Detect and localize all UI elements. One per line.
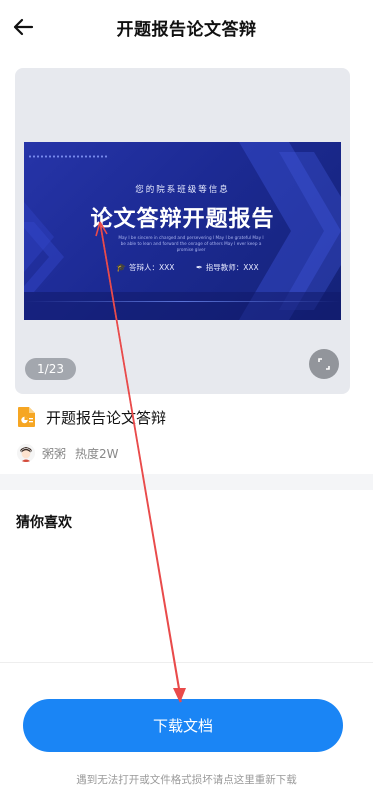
- slide-thumbnail[interactable]: 您的院系班级等信息 论文答辩开题报告 May I be sincere in c…: [24, 142, 341, 320]
- redownload-hint[interactable]: 遇到无法打开或文件格式损坏请点这里重新下载: [0, 772, 373, 787]
- expand-icon: [318, 358, 330, 370]
- ppt-file-icon: [18, 407, 35, 427]
- author-name[interactable]: 粥粥: [42, 445, 66, 462]
- slide-english-text: May I be sincere in charged and persever…: [118, 235, 264, 252]
- fullscreen-button[interactable]: [309, 349, 339, 379]
- document-preview[interactable]: 您的院系班级等信息 论文答辩开题报告 May I be sincere in c…: [15, 68, 350, 394]
- author-avatar-icon: [17, 444, 35, 462]
- document-meta: 粥粥 热度2W: [17, 444, 119, 462]
- page-title: 开题报告论文答辩: [116, 20, 257, 40]
- slide-presenter: 🎓 答辩人：XXX: [116, 262, 174, 273]
- slide-main-title: 论文答辩开题报告: [90, 207, 275, 232]
- heat-count: 热度2W: [75, 446, 119, 461]
- recommend-section-title: 猜你喜欢: [16, 515, 72, 531]
- slide-divider-line: [24, 301, 341, 302]
- graduation-cap-icon: 🎓: [116, 263, 126, 272]
- download-button[interactable]: 下载文档: [23, 699, 343, 752]
- pen-icon: ✒: [196, 263, 203, 272]
- bottom-bar-divider: [0, 662, 373, 663]
- document-title-row: 开题报告论文答辩: [17, 405, 166, 429]
- avatar[interactable]: [17, 444, 35, 462]
- page-indicator: 1/23: [25, 358, 76, 380]
- slide-advisor-text: 指导教师：XXX: [205, 263, 259, 272]
- document-title: 开题报告论文答辩: [46, 408, 167, 427]
- slide-subtitle: 您的院系班级等信息: [135, 185, 230, 195]
- slide-advisor: ✒ 指导教师：XXX: [196, 262, 259, 273]
- top-bar: 开题报告论文答辩: [0, 0, 373, 56]
- slide-dots: [28, 155, 108, 158]
- slide-presenter-text: 答辩人：XXX: [128, 263, 175, 272]
- section-divider: [0, 474, 373, 490]
